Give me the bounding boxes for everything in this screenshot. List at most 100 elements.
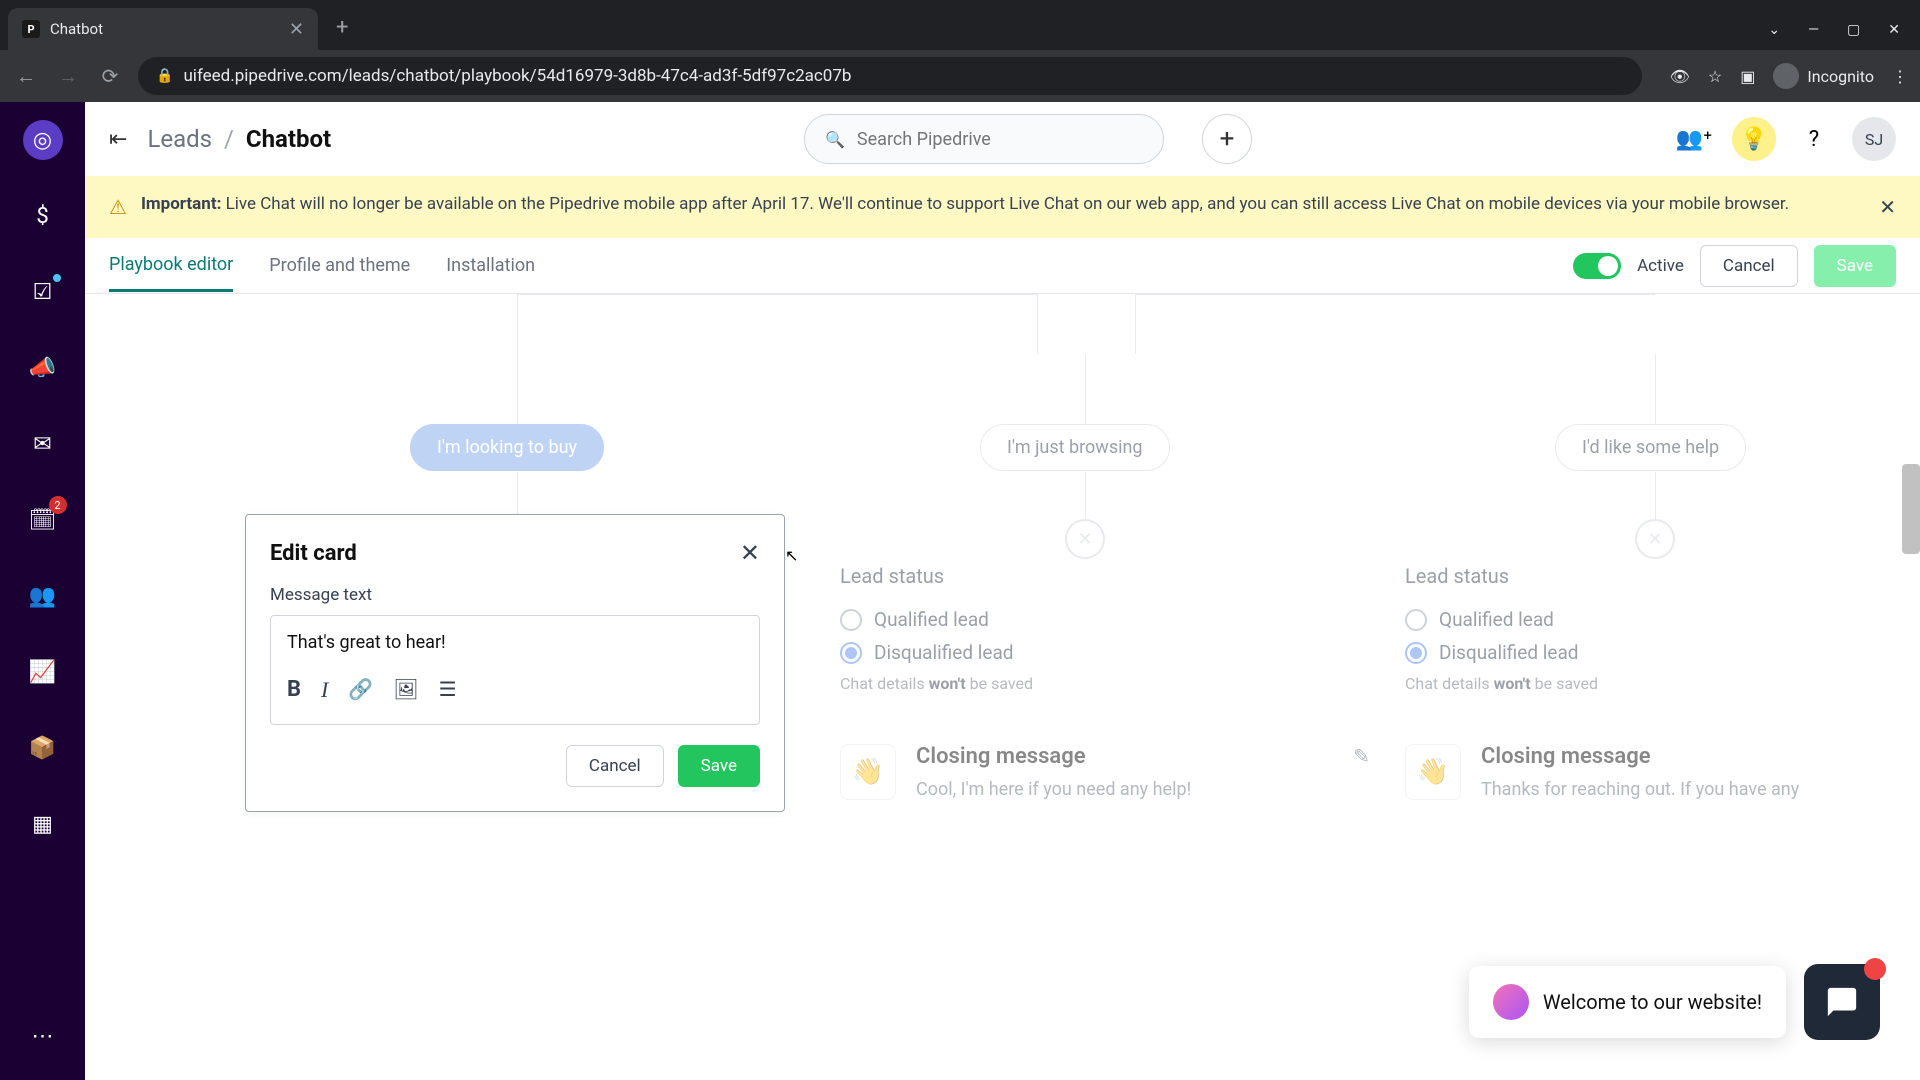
edit-cancel-button[interactable]: Cancel [566,745,664,787]
sidebar-contacts-icon[interactable]: 👥 [23,576,63,616]
tab-profile-theme[interactable]: Profile and theme [269,241,410,290]
incognito-eye-icon[interactable]: 👁 [1670,67,1690,86]
edit-card-modal: Edit card ✕ Message text That's great to… [245,514,785,812]
tab-close-icon[interactable]: ✕ [289,19,304,40]
cancel-playbook-button[interactable]: Cancel [1700,245,1798,287]
tab-playbook-editor[interactable]: Playbook editor [109,240,233,292]
radio-icon [840,609,862,631]
sidebar-mail-icon[interactable]: ✉ [23,424,63,464]
incognito-label: Incognito [1807,67,1874,86]
scrollbar-thumb[interactable] [1902,464,1920,554]
sidebar-campaigns-icon[interactable]: 📣 [23,348,63,388]
search-box[interactable]: 🔍 [804,114,1164,164]
sidebar-activities-icon[interactable]: 🗓2 [23,500,63,540]
image-icon[interactable]: 🖼 [393,677,418,703]
maximize-icon[interactable]: ▢ [1847,22,1860,38]
incognito-icon [1773,63,1799,89]
back-button[interactable]: ← [12,64,40,89]
help-icon[interactable]: ? [1792,117,1836,161]
closing-text: Cool, I'm here if you need any help! [916,779,1333,800]
radio-icon [1405,609,1427,631]
forward-button[interactable]: → [54,64,82,89]
chat-icon [1825,985,1859,1019]
close-icon[interactable]: ✕ [740,539,760,567]
incognito-badge: Incognito [1773,63,1874,89]
search-input[interactable] [857,129,1143,150]
playbook-canvas[interactable]: I'm looking to buy I'm just browsing I'd… [85,294,1920,1080]
edit-card-title: Edit card [270,541,357,566]
collapse-sidebar-icon[interactable]: ⇤ [109,127,127,152]
close-window-icon[interactable]: ✕ [1888,22,1900,38]
wave-icon: 👋 [840,744,896,800]
tab-bar-right: Active Cancel Save [1573,245,1896,287]
mouse-cursor: ↖ [785,546,798,565]
closing-message-card[interactable]: 👋 Closing message Cool, I'm here if you … [840,744,1370,800]
sidebar-more-icon[interactable]: ⋯ [23,1016,63,1056]
chat-avatar [1493,984,1529,1020]
option-pill-browse[interactable]: I'm just browsing [980,424,1170,471]
chevron-down-icon[interactable]: ⌄ [1768,22,1780,38]
tab-title: Chatbot [50,20,279,38]
sidebar-products-icon[interactable]: 📦 [23,728,63,768]
closing-message-card[interactable]: 👋 Closing message Thanks for reaching ou… [1405,744,1920,800]
sidebar-leads-icon[interactable]: ◎ [23,120,63,160]
qualified-radio-row[interactable]: Qualified lead [1405,608,1920,631]
sidebar-deals-icon[interactable]: $ [23,196,63,236]
window-controls: ⌄ — ▢ ✕ [1768,22,1920,50]
link-icon[interactable]: 🔗 [348,677,373,703]
minimize-icon[interactable]: — [1808,22,1819,38]
sidebar-projects-icon[interactable]: ☑ [23,272,63,312]
list-icon[interactable]: ☰ [439,677,457,703]
browser-menu-icon[interactable]: ⋮ [1892,67,1908,86]
delete-node-icon[interactable]: ✕ [1635,519,1675,559]
app-root: ◎ $ ☑ 📣 ✉ 🗓2 👥 📈 📦 ▦ ⋯ ⇤ Leads / Chatbot… [0,102,1920,1080]
new-tab-button[interactable]: + [336,15,348,40]
save-playbook-button[interactable]: Save [1814,245,1896,287]
edit-save-button[interactable]: Save [678,745,760,787]
message-text-editor[interactable]: That's great to hear! B I 🔗 🖼 ☰ [270,615,760,725]
disqualified-radio-row[interactable]: Disqualified lead [840,641,1370,664]
quick-add-button[interactable]: + [1202,114,1252,164]
tab-favicon: P [22,20,40,38]
chat-launcher-button[interactable] [1804,964,1880,1040]
italic-icon[interactable]: I [321,677,328,703]
tab-installation[interactable]: Installation [446,241,535,290]
breadcrumb: Leads / Chatbot [147,125,331,153]
edit-icon[interactable]: ✎ [1353,744,1370,768]
notification-dot [53,274,61,282]
url-text: uifeed.pipedrive.com/leads/chatbot/playb… [183,66,851,86]
closing-title: Closing message [1481,744,1898,769]
banner-prefix: Important: [141,194,221,214]
bookmark-star-icon[interactable]: ☆ [1708,67,1722,86]
qualified-radio-row[interactable]: Qualified lead [840,608,1370,631]
sidebar-insights-icon[interactable]: 📈 [23,652,63,692]
message-text-label: Message text [270,585,760,605]
lead-status-card: Lead status Qualified lead Disqualified … [840,564,1370,693]
chat-welcome-bubble[interactable]: Welcome to our website! [1469,966,1786,1038]
extensions-icon[interactable]: ▣ [1740,67,1755,86]
banner-text: Important: Live Chat will no longer be a… [141,192,1789,218]
bold-icon[interactable]: B [287,677,301,703]
banner-close-icon[interactable]: ✕ [1879,192,1896,222]
user-avatar[interactable]: SJ [1852,117,1896,161]
address-bar[interactable]: 🔒 uifeed.pipedrive.com/leads/chatbot/pla… [138,57,1642,95]
option-pill-buy[interactable]: I'm looking to buy [410,424,604,471]
invite-users-icon[interactable]: 👥⁺ [1672,117,1716,161]
tab-bar: Playbook editor Profile and theme Instal… [85,238,1920,294]
warning-icon: ⚠ [109,192,127,222]
breadcrumb-parent[interactable]: Leads [147,125,212,153]
chat-widget: Welcome to our website! [1469,964,1880,1040]
active-toggle[interactable] [1573,253,1621,279]
notification-dot [1864,958,1886,980]
disqualified-radio-row[interactable]: Disqualified lead [1405,641,1920,664]
browser-tab[interactable]: P Chatbot ✕ [8,8,318,50]
left-sidebar: ◎ $ ☑ 📣 ✉ 🗓2 👥 📈 📦 ▦ ⋯ [0,102,85,1080]
sidebar-marketplace-icon[interactable]: ▦ [23,804,63,844]
option-pill-help[interactable]: I'd like some help [1555,424,1746,471]
qualified-label: Qualified lead [1439,608,1554,631]
reload-button[interactable]: ⟳ [96,64,124,88]
topbar-right: 👥⁺ 💡 ? SJ [1672,117,1896,161]
browser-toolbar: ← → ⟳ 🔒 uifeed.pipedrive.com/leads/chatb… [0,50,1920,102]
delete-node-icon[interactable]: ✕ [1065,519,1105,559]
insights-bulb-icon[interactable]: 💡 [1732,117,1776,161]
